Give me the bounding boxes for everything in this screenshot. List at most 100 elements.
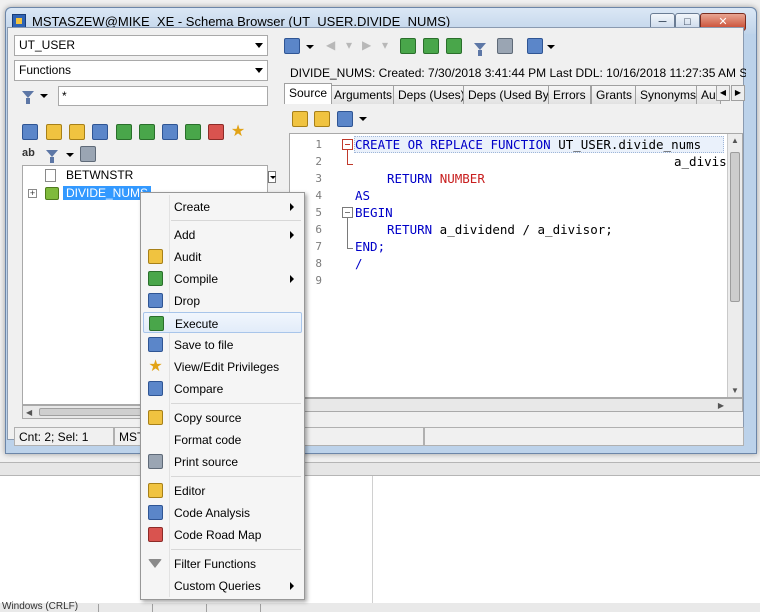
list-icon[interactable] (497, 38, 513, 54)
compile-all-icon[interactable] (139, 124, 155, 140)
save-icon (148, 337, 163, 352)
tree-item-label: BETWNSTR (66, 168, 134, 182)
menu-item-label: Print source (174, 455, 239, 469)
code-line-8: / (355, 256, 363, 271)
submenu-arrow-icon (290, 203, 294, 211)
sql-format-icon[interactable] (337, 111, 353, 127)
copy-icon[interactable] (292, 111, 308, 127)
forward-arrow-icon[interactable]: ▶ (362, 38, 371, 56)
menu-item-editor[interactable]: Editor (143, 480, 302, 501)
chevron-down-icon[interactable]: ▾ (346, 38, 352, 56)
menu-item-custom-queries[interactable]: Custom Queries (143, 575, 302, 596)
editor-icon (148, 483, 163, 498)
menu-item-filter-functions[interactable]: Filter Functions (143, 553, 302, 574)
code-analysis-icon (148, 505, 163, 520)
filter-dropdown-button[interactable] (22, 88, 48, 106)
menu-item-compile[interactable]: Compile (143, 268, 302, 289)
layout-icon[interactable] (527, 38, 543, 54)
editor-vertical-scrollbar[interactable]: ▲ ▼ (727, 134, 742, 397)
code-identifier: UT_USER.divide_nums (550, 137, 702, 152)
menu-item-label: Drop (174, 294, 201, 308)
filter-icon[interactable] (474, 43, 486, 56)
tab-deps-uses[interactable]: Deps (Uses) (393, 85, 470, 104)
filter-input[interactable]: * (58, 86, 268, 106)
chevron-down-icon[interactable]: ▾ (382, 38, 388, 56)
scroll-left-icon[interactable]: ◀ (26, 408, 32, 417)
back-arrow-icon[interactable]: ◀ (326, 38, 335, 56)
schema-dropdown-value: UT_USER (19, 38, 76, 52)
menu-item-label: Compile (174, 272, 219, 286)
tab-scroll-right-icon[interactable]: ▶ (731, 85, 745, 101)
line-number: 6 (315, 223, 322, 236)
chevron-down-icon[interactable] (66, 153, 74, 157)
menu-item-format-code[interactable]: Format code (143, 429, 302, 450)
splitter-handle[interactable] (268, 171, 276, 183)
tab-synonyms[interactable]: Synonyms (635, 85, 702, 104)
ab-text-icon[interactable]: ab (22, 147, 35, 159)
menu-item-code-analysis[interactable]: Code Analysis (143, 502, 302, 523)
code-map-icon[interactable] (208, 124, 224, 140)
fold-guide (347, 150, 348, 164)
menu-item-save-to-file[interactable]: Save to file (143, 334, 302, 355)
menu-item-copy-source[interactable]: Copy source (143, 407, 302, 428)
function-icon (45, 187, 59, 200)
tab-deps-used-by[interactable]: Deps (Used By) (463, 85, 558, 104)
chevron-down-icon (40, 94, 48, 98)
menu-item-audit[interactable]: Audit (143, 246, 302, 267)
fold-collapse-icon[interactable] (342, 139, 353, 150)
tab-grants[interactable]: Grants (591, 85, 638, 104)
edit-icon[interactable] (69, 124, 85, 140)
menu-item-add[interactable]: Add (143, 224, 302, 245)
sync-icon[interactable] (400, 38, 416, 54)
chevron-down-icon[interactable] (359, 117, 367, 121)
chevron-down-icon[interactable] (547, 45, 555, 49)
edit-source-icon[interactable] (314, 111, 330, 127)
tab-scroll-left-icon[interactable]: ◀ (716, 85, 730, 101)
expand-icon[interactable]: + (28, 189, 37, 198)
refresh-icon[interactable] (22, 124, 38, 140)
scroll-thumb[interactable] (730, 152, 740, 302)
privileges-star-icon[interactable]: ★ (230, 124, 246, 140)
save-icon[interactable] (92, 124, 108, 140)
object-nav-icon[interactable] (284, 38, 300, 54)
menu-item-drop[interactable]: Drop (143, 290, 302, 311)
chevron-down-icon[interactable] (306, 45, 314, 49)
sync-down-icon[interactable] (423, 38, 439, 54)
line-number: 3 (315, 172, 322, 185)
menu-item-compare[interactable]: Compare (143, 378, 302, 399)
object-type-dropdown[interactable]: Functions (14, 60, 268, 81)
code-keyword: CREATE OR REPLACE FUNCTION (355, 137, 551, 152)
editor-horizontal-scrollbar[interactable]: ◀ ▶ (289, 398, 743, 412)
filter-icon[interactable] (46, 150, 58, 163)
scroll-right-icon[interactable]: ▶ (718, 401, 724, 410)
audit-icon (148, 249, 163, 264)
object-tabs: Source Arguments Deps (Uses) Deps (Used … (284, 83, 747, 104)
code-keyword: RETURN (387, 171, 433, 186)
menu-item-execute[interactable]: Execute (143, 312, 302, 333)
tree-item[interactable]: BETWNSTR (23, 167, 267, 184)
tab-source[interactable]: Source (284, 83, 333, 104)
execute-icon[interactable] (185, 124, 201, 140)
scroll-up-icon[interactable]: ▲ (731, 136, 739, 145)
menu-item-create[interactable]: Create (143, 196, 302, 217)
tab-arguments[interactable]: Arguments (329, 85, 398, 104)
tab-errors[interactable]: Errors (548, 85, 591, 104)
line-number: 4 (315, 189, 322, 202)
sync-up-icon[interactable] (446, 38, 462, 54)
scroll-down-icon[interactable]: ▼ (731, 386, 739, 395)
menu-item-view-edit-privileges[interactable]: ★ View/Edit Privileges (143, 356, 302, 377)
grid-icon[interactable] (80, 146, 96, 162)
menu-item-code-road-map[interactable]: Code Road Map (143, 524, 302, 545)
fold-collapse-icon[interactable] (342, 207, 353, 218)
source-editor[interactable]: 1 2 3 4 5 6 7 8 9 CREATE OR REPLACE FUNC… (289, 133, 743, 398)
funnel-icon (22, 91, 34, 104)
schema-dropdown[interactable]: UT_USER (14, 35, 268, 56)
create-icon[interactable] (46, 124, 62, 140)
menu-item-label: Execute (175, 317, 219, 331)
menu-item-label: Filter Functions (174, 557, 257, 571)
compile-icon[interactable] (116, 124, 132, 140)
menu-item-print-source[interactable]: Print source (143, 451, 302, 472)
dependencies-icon[interactable] (162, 124, 178, 140)
menu-separator (171, 220, 301, 221)
printer-icon (148, 454, 163, 469)
